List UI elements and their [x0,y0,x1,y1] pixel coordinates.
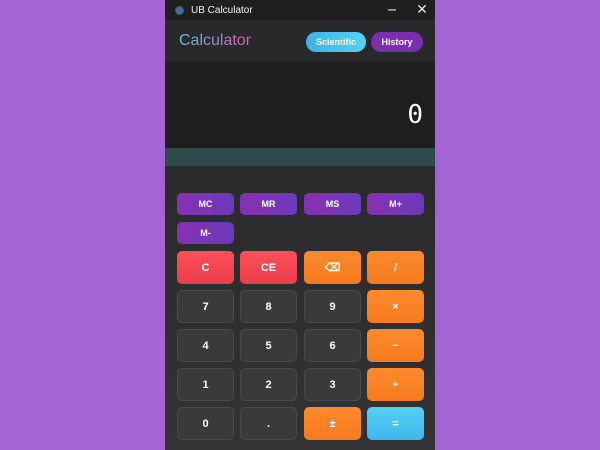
plus-minus-button[interactable]: ± [304,407,361,440]
app-icon [175,5,184,15]
digit-2-button[interactable]: 2 [240,368,297,401]
memory-clear-button[interactable]: MC [177,193,234,215]
add-button[interactable]: + [367,368,424,401]
memory-subtract-button[interactable]: M- [177,222,234,244]
app-brand-title: Calculator [179,32,252,49]
digit-8-button[interactable]: 8 [240,290,297,323]
close-icon[interactable]: ✕ [409,0,435,20]
calculator-window: UB Calculator − ✕ Calculator Scientific … [165,0,435,450]
subtract-button[interactable]: − [367,329,424,362]
history-button[interactable]: History [371,32,423,52]
equals-button[interactable]: = [367,407,424,440]
decimal-button[interactable]: . [240,407,297,440]
digit-1-button[interactable]: 1 [177,368,234,401]
minimize-icon[interactable]: − [379,0,405,20]
digit-6-button[interactable]: 6 [304,329,361,362]
backspace-button[interactable]: ⌫ [304,251,361,284]
memory-recall-button[interactable]: MR [240,193,297,215]
display-panel: 0 [165,62,435,148]
memory-store-button[interactable]: MS [304,193,361,215]
display-value: 0 [407,100,423,130]
memory-add-button[interactable]: M+ [367,193,424,215]
digit-7-button[interactable]: 7 [177,290,234,323]
display-strip [165,148,435,166]
clear-button[interactable]: C [177,251,234,284]
digit-0-button[interactable]: 0 [177,407,234,440]
multiply-button[interactable]: × [367,290,424,323]
digit-3-button[interactable]: 3 [304,368,361,401]
digit-9-button[interactable]: 9 [304,290,361,323]
app-header: Calculator Scientific History [165,20,435,62]
digit-5-button[interactable]: 5 [240,329,297,362]
title-bar: UB Calculator − ✕ [165,0,435,20]
window-title: UB Calculator [191,4,253,16]
digit-4-button[interactable]: 4 [177,329,234,362]
divide-button[interactable]: / [367,251,424,284]
scientific-button[interactable]: Scientific [306,32,366,52]
clear-entry-button[interactable]: CE [240,251,297,284]
